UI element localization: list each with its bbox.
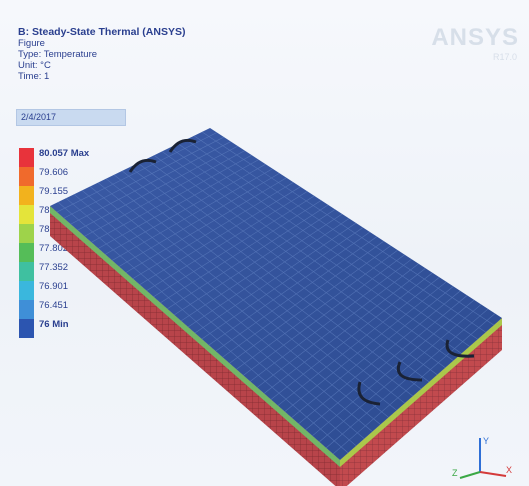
triad-label-y: Y <box>483 436 489 446</box>
coordinate-triad[interactable]: Y X Z <box>448 432 518 482</box>
graphics-viewport[interactable]: B: Steady-State Thermal (ANSYS) Figure T… <box>0 0 529 486</box>
triad-label-x: X <box>506 465 512 475</box>
triad-label-z: Z <box>452 468 458 478</box>
thermal-model-3d[interactable] <box>0 0 529 486</box>
